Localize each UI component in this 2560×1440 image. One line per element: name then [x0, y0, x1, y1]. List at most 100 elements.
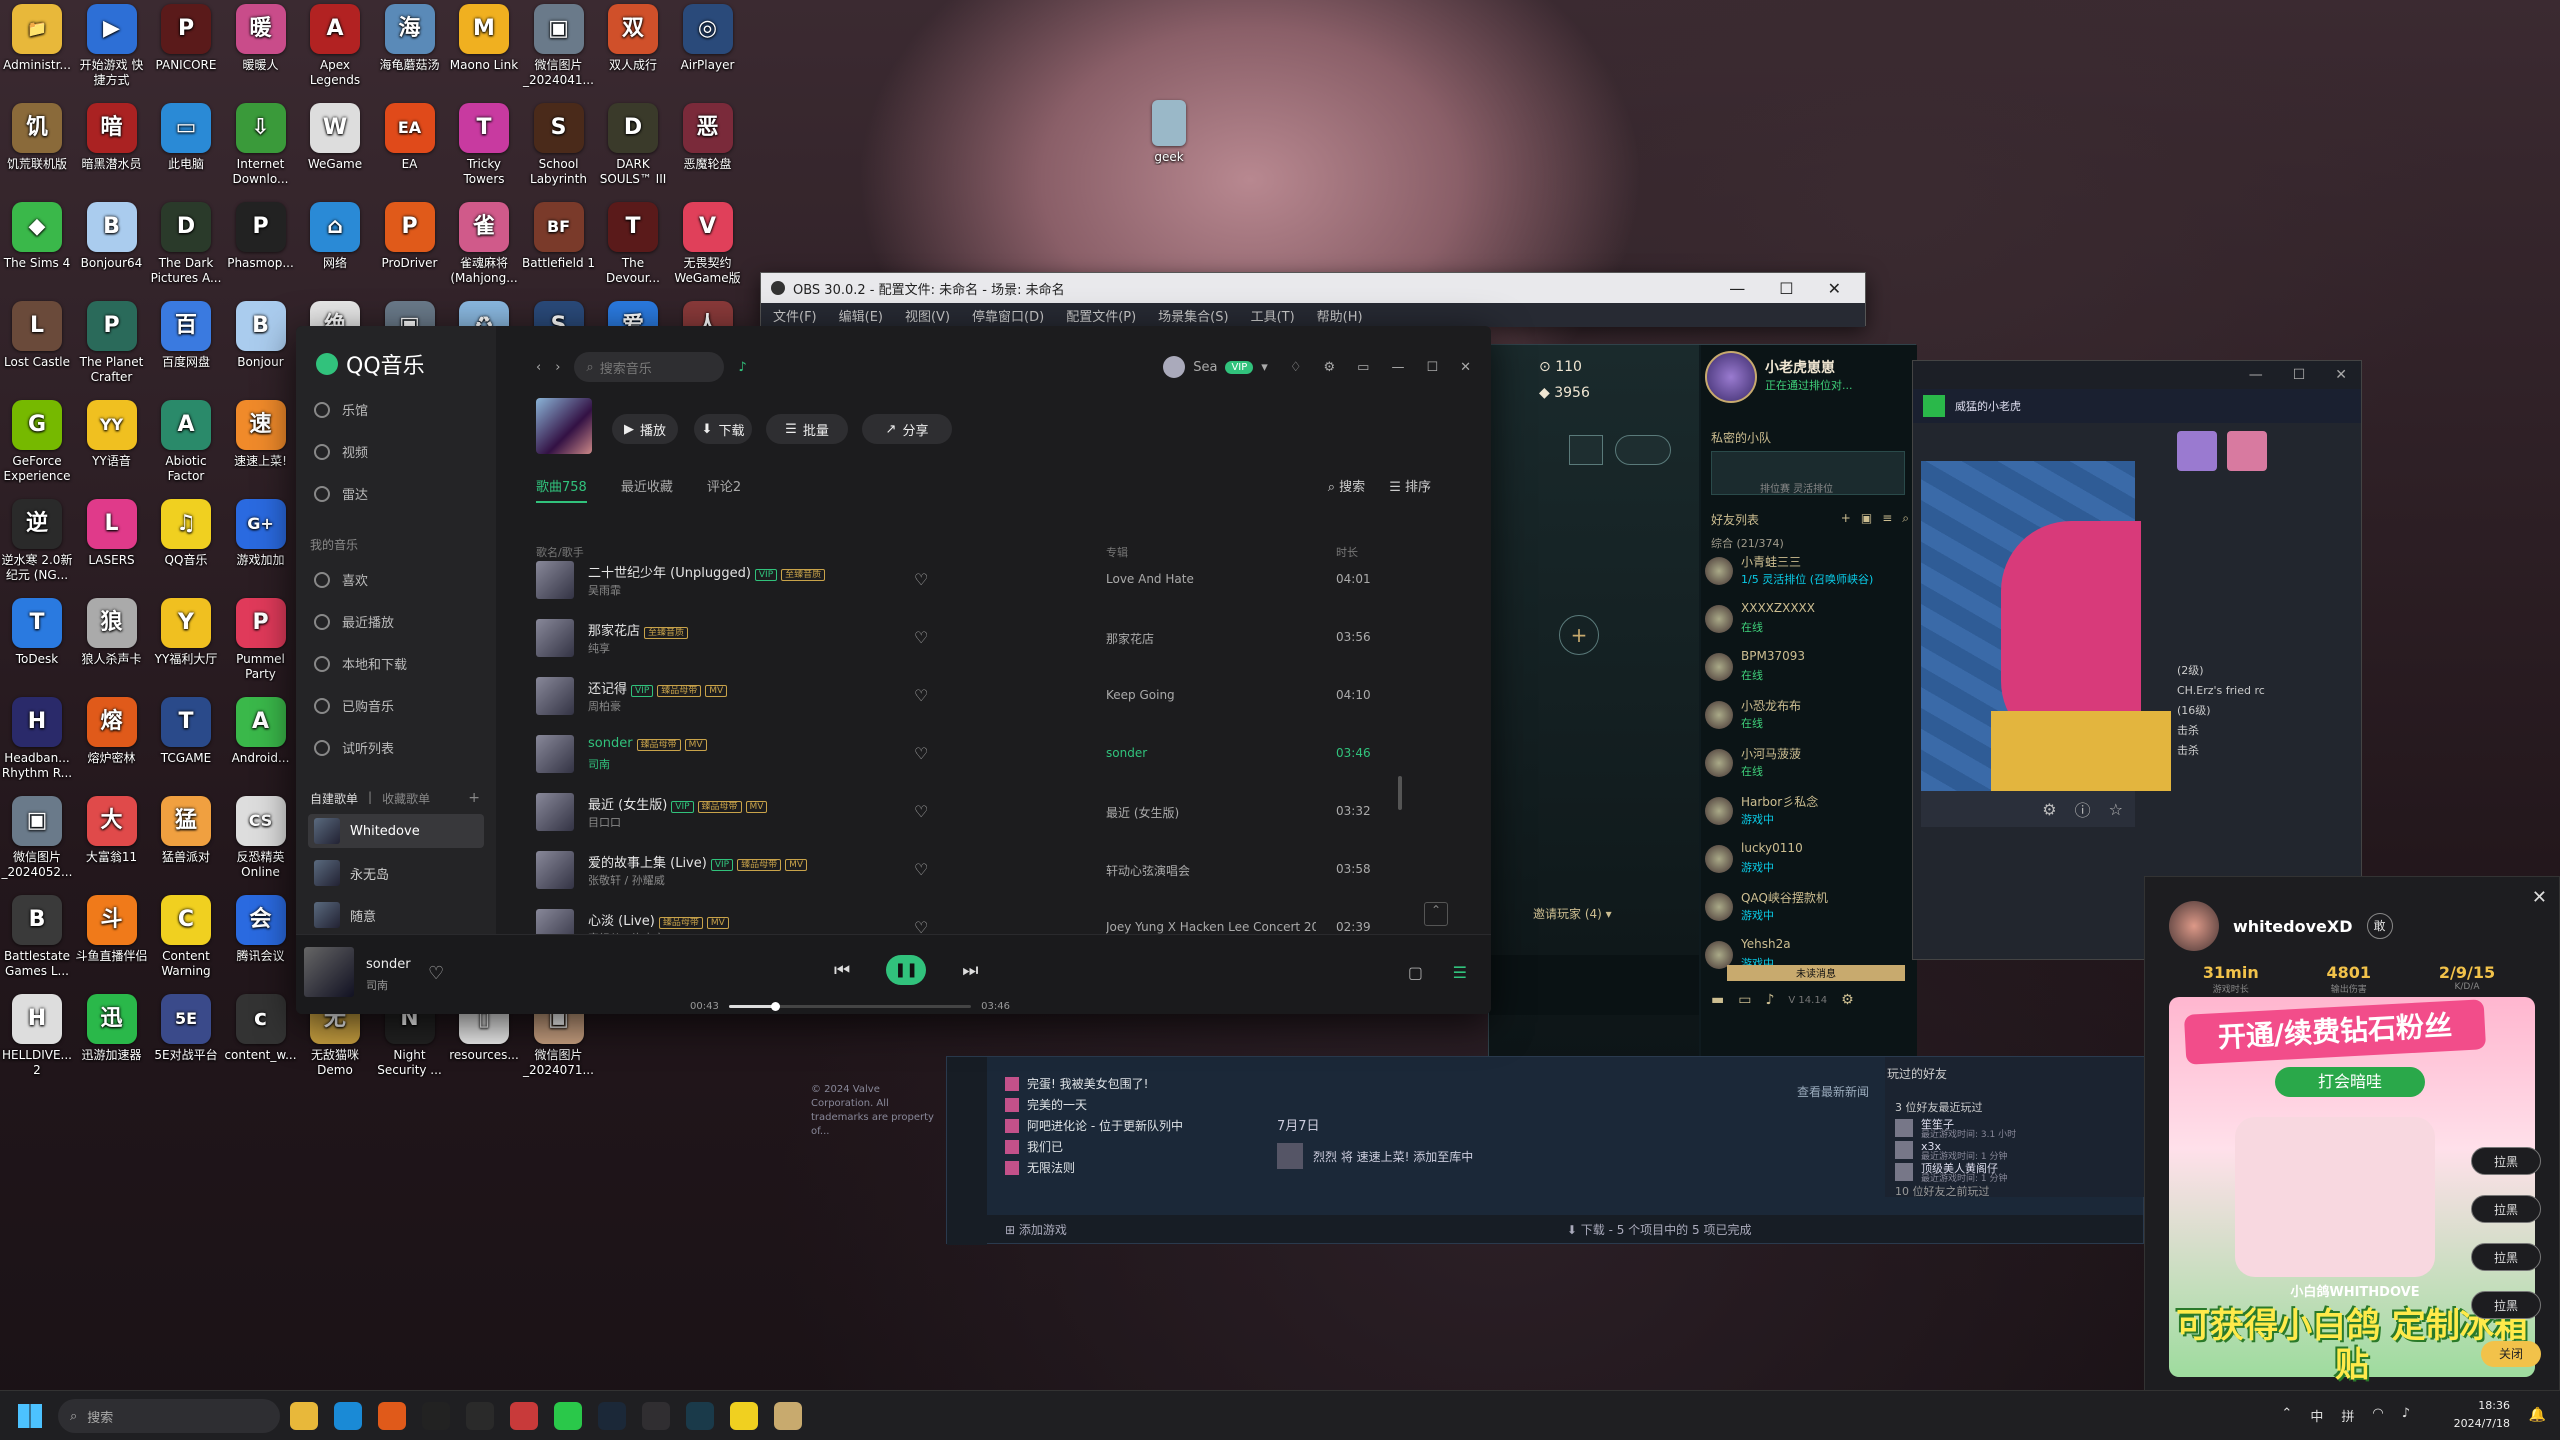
windows-start-icon[interactable]: [18, 1404, 42, 1428]
song-artist[interactable]: 吴雨霏: [588, 582, 621, 598]
desktop-icon[interactable]: YY YY语音: [75, 400, 149, 494]
desktop-icon[interactable]: A Apex Legends: [298, 4, 372, 98]
block-button[interactable]: 拉黑: [2471, 1291, 2541, 1319]
tab-songs[interactable]: 歌曲758: [536, 476, 587, 503]
desktop-icon[interactable]: D The Dark Pictures A...: [149, 202, 223, 296]
song-album[interactable]: Joey Yung X Hacken Lee Concert 20...: [1106, 920, 1316, 934]
taskbar-app-icon[interactable]: [290, 1402, 318, 1430]
progress-bar[interactable]: [728, 1002, 972, 1011]
my-music-item[interactable]: 本地和下载: [314, 654, 407, 673]
desktop-icon[interactable]: c content_w...: [224, 994, 298, 1088]
unread-messages[interactable]: 未读消息: [1727, 965, 1905, 981]
desktop-icon[interactable]: P Phasmop...: [224, 202, 298, 296]
desktop-icon[interactable]: 速速速上菜!: [224, 400, 298, 494]
tab-collected[interactable]: 收藏歌单: [382, 790, 430, 807]
sort-button[interactable]: ☰ 排序: [1389, 476, 1431, 495]
maximize-button[interactable]: ☐: [1426, 360, 1438, 375]
news-item[interactable]: 无限法则: [1005, 1159, 1075, 1176]
desktop-icon[interactable]: ♫ QQ音乐: [149, 499, 223, 593]
desktop-icon[interactable]: CS 反恐精英 Online: [224, 796, 298, 890]
desktop-icon[interactable]: A Android...: [224, 697, 298, 791]
friend-row[interactable]: XXXXZXXXX 在线: [1701, 599, 1901, 647]
downloads-status[interactable]: ⬇ 下载 - 5 个项目中的 5 项已完成: [1567, 1221, 1752, 1238]
desktop-icon[interactable]: H HELLDIVE... 2: [0, 994, 74, 1088]
friend-row[interactable]: x3x 最近游戏时间: 1 分钟: [1895, 1141, 2007, 1163]
block-button[interactable]: 拉黑: [2471, 1195, 2541, 1223]
desktop-icon[interactable]: P Pummel Party: [224, 598, 298, 692]
like-icon[interactable]: ♡: [914, 860, 928, 879]
desktop-icon[interactable]: 迅迅游加速器: [75, 994, 149, 1088]
list-icon[interactable]: ≡: [1882, 511, 1892, 526]
close-button[interactable]: ✕: [1828, 279, 1841, 298]
desktop-icon[interactable]: L LASERS: [75, 499, 149, 593]
obs-menu-item[interactable]: 文件(F): [773, 306, 817, 325]
song-album[interactable]: Keep Going: [1106, 688, 1316, 702]
desktop-icon[interactable]: ▣ 微信图片 _2024041...: [522, 4, 596, 98]
desktop-icon[interactable]: 雀雀魂麻将 (Mahjong...: [447, 202, 521, 296]
playlist-item[interactable]: 永无岛: [308, 856, 484, 890]
star-icon[interactable]: ☆: [2109, 800, 2123, 819]
profile-toggle[interactable]: [1615, 435, 1671, 465]
now-playing-artist[interactable]: 司南: [366, 977, 388, 993]
desktop-icon[interactable]: A Abiotic Factor: [149, 400, 223, 494]
toolbar-user[interactable]: 威猛的小老虎: [1955, 398, 2021, 414]
song-artist[interactable]: 周柏豪: [588, 698, 621, 714]
info-icon[interactable]: ⓘ: [2075, 797, 2091, 821]
close-button[interactable]: ✕: [1460, 360, 1471, 375]
scroll-top-button[interactable]: ⌃: [1424, 902, 1448, 926]
like-icon[interactable]: ♡: [914, 802, 928, 821]
desktop-icon[interactable]: T TCGAME: [149, 697, 223, 791]
desktop-icon[interactable]: 大大富翁11: [75, 796, 149, 890]
song-row[interactable]: 还记得 VIP 臻品母带 MV 周柏豪 ♡ Keep Going 04:10: [536, 668, 1406, 724]
desktop-icon[interactable]: P ProDriver: [373, 202, 447, 296]
obs-menu-item[interactable]: 场景集合(S): [1158, 306, 1228, 325]
desktop-icon[interactable]: T The Devour...: [596, 202, 670, 296]
maximize-button[interactable]: ☐: [2293, 367, 2306, 383]
desktop-icon[interactable]: S School Labyrinth: [522, 103, 596, 197]
settings-icon[interactable]: ⚙: [2042, 800, 2056, 819]
desktop-icon[interactable]: 百百度网盘: [149, 301, 223, 395]
friend-row[interactable]: lucky0110 游戏中: [1701, 839, 1901, 887]
friend-row[interactable]: 小恐龙布布 在线: [1701, 695, 1901, 743]
now-playing-cover[interactable]: [304, 947, 354, 997]
like-icon[interactable]: ♡: [914, 744, 928, 763]
desktop-icon[interactable]: G+ 游戏加加: [224, 499, 298, 593]
playlist-queue-icon[interactable]: ☰: [1453, 963, 1467, 982]
desktop-icon[interactable]: B Bonjour: [224, 301, 298, 395]
news-item[interactable]: 阿吧进化论 - 位于更新队列中: [1005, 1117, 1183, 1134]
user-menu[interactable]: Sea VIP ▾: [1163, 356, 1268, 378]
settings-icon[interactable]: ⚙: [1323, 360, 1335, 375]
mini-mode-icon[interactable]: ▭: [1357, 360, 1369, 375]
obs-menu-item[interactable]: 停靠窗口(D): [972, 306, 1044, 325]
lyrics-icon[interactable]: ▢: [1408, 963, 1423, 982]
song-album[interactable]: sonder: [1106, 746, 1316, 760]
taskbar-clock[interactable]: 18:36 2024/7/18: [2454, 1397, 2510, 1433]
desktop-icon[interactable]: ◆ The Sims 4: [0, 202, 74, 296]
wifi-icon[interactable]: ◠: [2372, 1406, 2383, 1425]
desktop-icon[interactable]: 5E 5E对战平台: [149, 994, 223, 1088]
playlist-item[interactable]: 随意: [308, 898, 484, 932]
previous-button[interactable]: ⏮: [834, 960, 850, 981]
song-album[interactable]: 最近 (女生版): [1106, 804, 1316, 821]
next-button[interactable]: ⏭: [962, 960, 978, 981]
download-button[interactable]: ⬇ 下载: [694, 414, 752, 444]
scrollbar[interactable]: [1398, 776, 1402, 810]
song-album[interactable]: Love And Hate: [1106, 572, 1316, 586]
desktop-icon[interactable]: D DARK SOULS™ III: [596, 103, 670, 197]
friend-row[interactable]: Harbor彡私念 游戏中: [1701, 791, 1901, 839]
song-artist[interactable]: 目口口: [588, 814, 621, 830]
forward-icon[interactable]: ›: [555, 360, 560, 375]
add-playlist-icon[interactable]: +: [468, 790, 480, 807]
like-icon[interactable]: ♡: [914, 686, 928, 705]
desktop-icon[interactable]: Y YY福利大厅: [149, 598, 223, 692]
obs-menu-item[interactable]: 配置文件(P): [1066, 306, 1136, 325]
desktop-icon[interactable]: L Lost Castle: [0, 301, 74, 395]
add-game-button[interactable]: ⊞ 添加游戏: [1005, 1221, 1067, 1238]
desktop-icon[interactable]: 暗暗黑潜水员: [75, 103, 149, 197]
nav-2[interactable]: 雷达: [314, 484, 368, 503]
desktop-icon[interactable]: 恶恶魔轮盘: [671, 103, 745, 197]
my-music-item[interactable]: 最近播放: [314, 612, 394, 631]
taskbar-app-icon[interactable]: [774, 1402, 802, 1430]
nav-1[interactable]: 视频: [314, 442, 368, 461]
desktop-icon[interactable]: 📁 Administr...: [0, 4, 74, 98]
